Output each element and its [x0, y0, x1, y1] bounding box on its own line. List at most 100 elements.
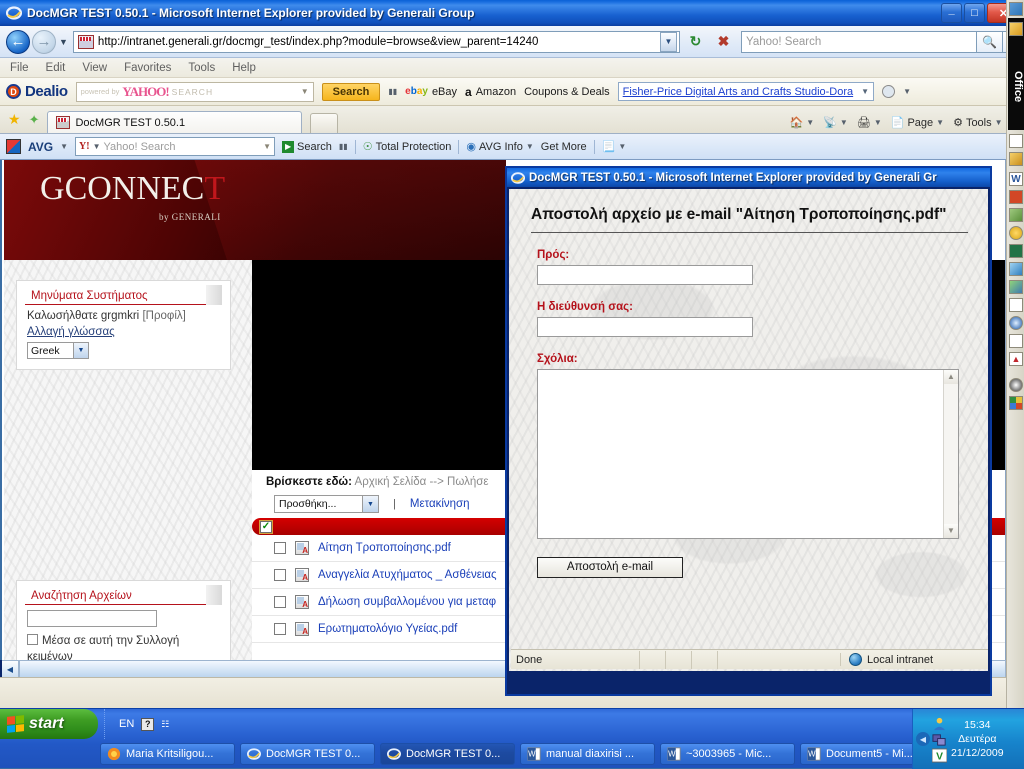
coupons-link[interactable]: Coupons & Deals — [524, 86, 610, 98]
menu-file[interactable]: File — [10, 62, 29, 74]
journal-icon[interactable] — [1009, 226, 1023, 240]
dealio-search-input[interactable]: powered by YAHOO! SEARCH ▼ — [75, 81, 314, 102]
publisher-icon[interactable]: ▲ — [1009, 352, 1023, 366]
move-link[interactable]: Μετακίνηση — [410, 498, 470, 510]
photo-icon[interactable] — [1009, 280, 1023, 294]
language-select[interactable]: Greek ▼ — [27, 342, 89, 359]
file-link[interactable]: Δήλωση συμβαλλομένου για μεταφ — [318, 596, 496, 608]
colors-icon[interactable] — [1009, 396, 1023, 410]
taskbar-button-docmgr-2[interactable]: DocMGR TEST 0... — [380, 743, 515, 765]
tab-docmgr[interactable]: DocMGR TEST 0.50.1 — [47, 111, 303, 133]
scroll-left-icon[interactable]: ◀ — [2, 661, 19, 677]
clock-icon[interactable] — [1009, 378, 1023, 392]
menu-view[interactable]: View — [82, 62, 107, 74]
forward-button[interactable]: → — [32, 29, 56, 54]
minimize-button[interactable]: _ — [941, 3, 962, 23]
web-icon[interactable] — [1009, 262, 1023, 276]
page-menu-button[interactable]: 📄 Page ▼ — [891, 116, 944, 130]
address-input[interactable]: http://intranet.generali.gr/docmgr_test/… — [72, 30, 680, 53]
chevron-down-icon[interactable]: ▼ — [526, 142, 534, 151]
file-link[interactable]: Αναγγελία Ατυχήματος _ Ασθένειας — [318, 569, 497, 581]
search-go-button[interactable]: 🔍 — [977, 30, 1003, 53]
select-all-checkbox[interactable]: ✓ — [260, 520, 272, 533]
row-checkbox[interactable] — [274, 596, 286, 608]
comments-textarea-body[interactable] — [538, 370, 943, 538]
send-email-button[interactable]: Αποστολή e-mail — [537, 556, 683, 578]
scroll-down-icon[interactable]: ▼ — [944, 523, 958, 538]
help-icon[interactable]: ? — [141, 717, 155, 731]
stop-button[interactable]: ✖ — [711, 30, 736, 54]
tools-menu-button[interactable]: ⚙ Tools ▼ — [953, 116, 1003, 130]
system-clock[interactable]: 15:34 Δευτέρα 21/12/2009 — [951, 718, 1004, 761]
to-field-input[interactable] — [537, 264, 753, 285]
menu-favorites[interactable]: Favorites — [124, 62, 171, 74]
avg-search-button[interactable]: ▶ Search — [282, 140, 332, 153]
language-bar[interactable]: EN ? ☷ — [104, 709, 169, 739]
menu-help[interactable]: Help — [232, 62, 256, 74]
language-bar-options-icon[interactable]: ☷ — [161, 719, 169, 730]
security-zone[interactable]: Local intranet — [839, 653, 988, 666]
add-favorite-icon[interactable]: ✦ — [29, 112, 40, 128]
avg-info-button[interactable]: ◉ AVG Info ▼ — [466, 140, 534, 154]
start-button[interactable]: start — [0, 709, 98, 739]
chevron-down-icon[interactable]: ▼ — [995, 118, 1003, 127]
file-search-input[interactable] — [27, 610, 157, 627]
dealio-logo[interactable]: D Dealio — [6, 83, 68, 100]
dialog-title-bar[interactable]: DocMGR TEST 0.50.1 - Microsoft Internet … — [507, 168, 990, 187]
new-blank-document-icon[interactable] — [1009, 134, 1023, 148]
outlook-contacts-icon[interactable] — [1009, 208, 1023, 222]
profile-link[interactable]: [Προφίλ] — [142, 310, 185, 322]
chevron-down-icon[interactable]: ▼ — [861, 87, 869, 96]
taskbar-button-manual[interactable]: W manual diaxirisi ... — [520, 743, 655, 765]
comments-textarea[interactable]: ▲ ▼ — [537, 368, 959, 539]
browser-search-input[interactable]: Yahoo! Search — [741, 30, 977, 53]
taskbar-button-docmgr-1[interactable]: DocMGR TEST 0... — [240, 743, 375, 765]
home-button[interactable]: 🏠 ▼ — [790, 116, 815, 129]
mail-message-icon[interactable] — [1009, 334, 1023, 348]
favorites-star-icon[interactable]: ★ — [8, 111, 21, 128]
open-document-icon[interactable] — [1009, 152, 1023, 166]
avg-extra-icon[interactable]: 📃 ▼ — [602, 140, 627, 153]
file-link[interactable]: Αίτηση Τροποποίησης.pdf — [318, 542, 451, 554]
print-button[interactable]: 🖨 ▼ — [857, 116, 882, 129]
file-link[interactable]: Ερωτηματολόγιο Υγείας.pdf — [318, 623, 457, 635]
new-tab-button[interactable] — [310, 113, 339, 133]
word-icon[interactable]: W — [1009, 172, 1023, 186]
change-language-link[interactable]: Αλλαγή γλώσσας — [27, 326, 115, 338]
taskbar-button-firefox[interactable]: Maria Kritsiligou... — [100, 743, 235, 765]
get-more-button[interactable]: Get More — [541, 141, 587, 153]
browser-title-bar[interactable]: DocMGR TEST 0.50.1 - Microsoft Internet … — [0, 0, 1024, 26]
powerpoint-icon[interactable] — [1009, 190, 1023, 204]
chevron-down-icon[interactable]: ▼ — [60, 142, 68, 151]
dealio-search-button[interactable]: Search — [321, 82, 381, 101]
featured-deal-link[interactable]: Fisher-Price Digital Arts and Crafts Stu… — [623, 86, 853, 98]
settings-globe-icon[interactable] — [882, 85, 896, 98]
back-button[interactable]: ← — [6, 29, 30, 54]
taskbar-button-3003965[interactable]: W ~3003965 - Mic... — [660, 743, 795, 765]
avg-tray-icon[interactable]: V — [931, 747, 948, 763]
language-indicator[interactable]: EN — [119, 718, 134, 730]
office-app-icon[interactable] — [1009, 2, 1023, 16]
chevron-down-icon[interactable]: ▼ — [263, 142, 271, 151]
chevron-down-icon[interactable]: ▼ — [806, 118, 814, 127]
chevron-down-icon[interactable]: ▼ — [936, 118, 944, 127]
menu-tools[interactable]: Tools — [188, 62, 215, 74]
search-in-collection-checkbox[interactable] — [27, 634, 38, 645]
user-account-icon[interactable] — [932, 716, 947, 731]
refresh-button[interactable]: ↻ — [683, 30, 708, 54]
menu-edit[interactable]: Edit — [46, 62, 66, 74]
featured-deal-box[interactable]: Fisher-Price Digital Arts and Crafts Stu… — [617, 82, 875, 101]
add-dropdown[interactable]: Προσθήκη... ▼ — [274, 495, 379, 513]
chevron-down-icon[interactable]: ▼ — [93, 142, 101, 151]
avg-search-input[interactable]: Y! ▼ Yahoo! Search ▼ — [75, 137, 276, 156]
history-dropdown-icon[interactable]: ▼ — [59, 37, 68, 47]
chevron-down-icon[interactable]: ▼ — [301, 87, 309, 96]
new-office-document-icon[interactable] — [1009, 22, 1023, 36]
globe-browser-icon[interactable] — [1009, 316, 1023, 330]
from-field-input[interactable] — [537, 316, 753, 337]
ebay-link[interactable]: ebay eBay — [405, 86, 457, 98]
maximize-button[interactable]: □ — [964, 3, 985, 23]
scroll-up-icon[interactable]: ▲ — [944, 369, 958, 384]
amazon-link[interactable]: a Amazon — [465, 85, 516, 99]
address-dropdown-icon[interactable]: ▼ — [660, 31, 677, 52]
